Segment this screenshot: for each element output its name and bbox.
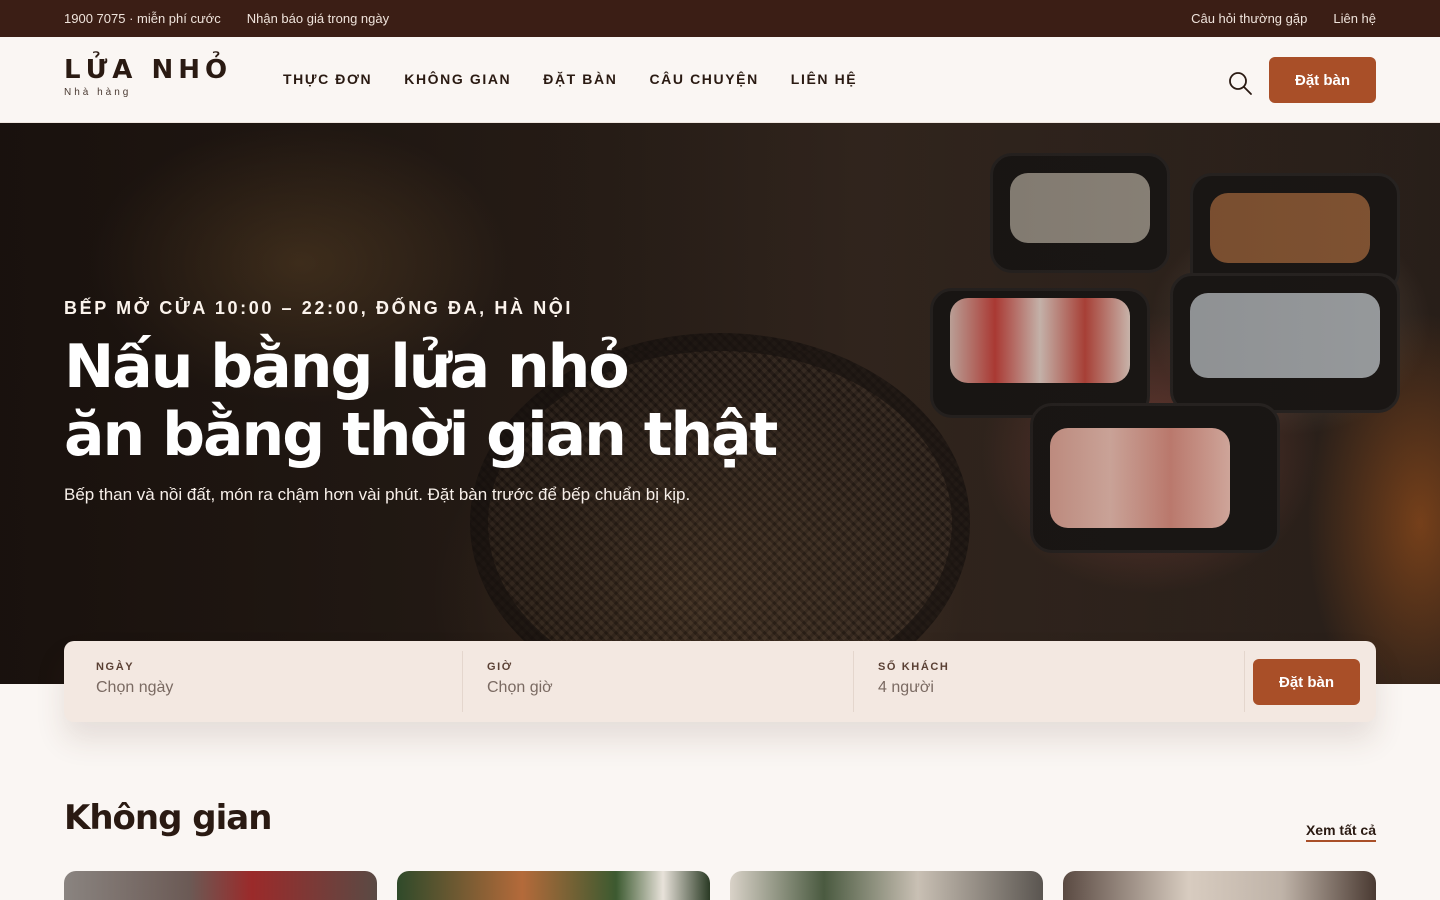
date-input[interactable] bbox=[96, 679, 376, 697]
section-title: Không gian bbox=[64, 798, 272, 838]
time-field[interactable]: GIỜ bbox=[455, 641, 853, 722]
space-gallery bbox=[64, 871, 1376, 900]
site-header: LỬA NHỎ Nhà hàng THỰC ĐƠN KHÔNG GIAN ĐẶT… bbox=[0, 37, 1440, 123]
nav-contact[interactable]: LIÊN HỆ bbox=[791, 71, 857, 87]
booking-submit-button[interactable]: Đặt bàn bbox=[1253, 659, 1360, 705]
headline-line-2: ăn bằng thời gian thật bbox=[64, 400, 778, 470]
nav-menu[interactable]: THỰC ĐƠN bbox=[283, 71, 372, 87]
guests-field[interactable]: SỐ KHÁCH bbox=[846, 641, 1244, 722]
guests-input[interactable] bbox=[878, 679, 1158, 697]
see-all-link[interactable]: Xem tất cả bbox=[1305, 822, 1376, 842]
nav-story[interactable]: CÂU CHUYỆN bbox=[649, 71, 758, 87]
logo-name: LỬA NHỎ bbox=[64, 55, 233, 85]
hero-section: BẾP MỞ CỬA 10:00 – 22:00, ĐỐNG ĐA, HÀ NỘ… bbox=[0, 123, 1440, 684]
nav-booking[interactable]: ĐẶT BÀN bbox=[543, 71, 617, 87]
main-nav: THỰC ĐƠN KHÔNG GIAN ĐẶT BÀN CÂU CHUYỆN L… bbox=[283, 71, 857, 87]
hero-subtitle: Bếp than và nồi đất, món ra chậm hơn vài… bbox=[64, 485, 691, 504]
faq-link[interactable]: Câu hỏi thường gặp bbox=[1191, 11, 1307, 26]
quote-text: Nhận báo giá trong ngày bbox=[246, 11, 390, 26]
date-field[interactable]: NGÀY bbox=[64, 641, 462, 722]
time-label: GIỜ bbox=[487, 661, 513, 673]
gallery-card[interactable] bbox=[397, 871, 710, 900]
date-label: NGÀY bbox=[96, 661, 135, 673]
hero-headline: Nấu bằng lửa nhỏ ăn bằng thời gian thật bbox=[64, 332, 778, 470]
contact-link[interactable]: Liên hệ bbox=[1333, 11, 1376, 26]
hotline-text: 1900 7075 · miễn phí cước bbox=[64, 11, 221, 26]
nav-space[interactable]: KHÔNG GIAN bbox=[404, 71, 511, 87]
search-icon[interactable] bbox=[1226, 69, 1254, 97]
logo-subtitle: Nhà hàng bbox=[64, 87, 132, 98]
headline-line-1: Nấu bằng lửa nhỏ bbox=[64, 332, 630, 402]
logo[interactable]: LỬA NHỎ Nhà hàng bbox=[64, 55, 232, 98]
booking-bar: NGÀY GIỜ SỐ KHÁCH Đặt bàn bbox=[64, 641, 1376, 722]
time-input[interactable] bbox=[487, 679, 767, 697]
opening-hours: BẾP MỞ CỬA 10:00 – 22:00, ĐỐNG ĐA, HÀ NỘ… bbox=[64, 298, 573, 318]
top-bar: 1900 7075 · miễn phí cước Nhận báo giá t… bbox=[0, 0, 1440, 37]
guests-label: SỐ KHÁCH bbox=[878, 661, 950, 673]
header-book-button[interactable]: Đặt bàn bbox=[1269, 57, 1376, 103]
field-divider bbox=[1244, 651, 1245, 712]
gallery-card[interactable] bbox=[64, 871, 377, 900]
gallery-card[interactable] bbox=[730, 871, 1043, 900]
gallery-card[interactable] bbox=[1063, 871, 1376, 900]
